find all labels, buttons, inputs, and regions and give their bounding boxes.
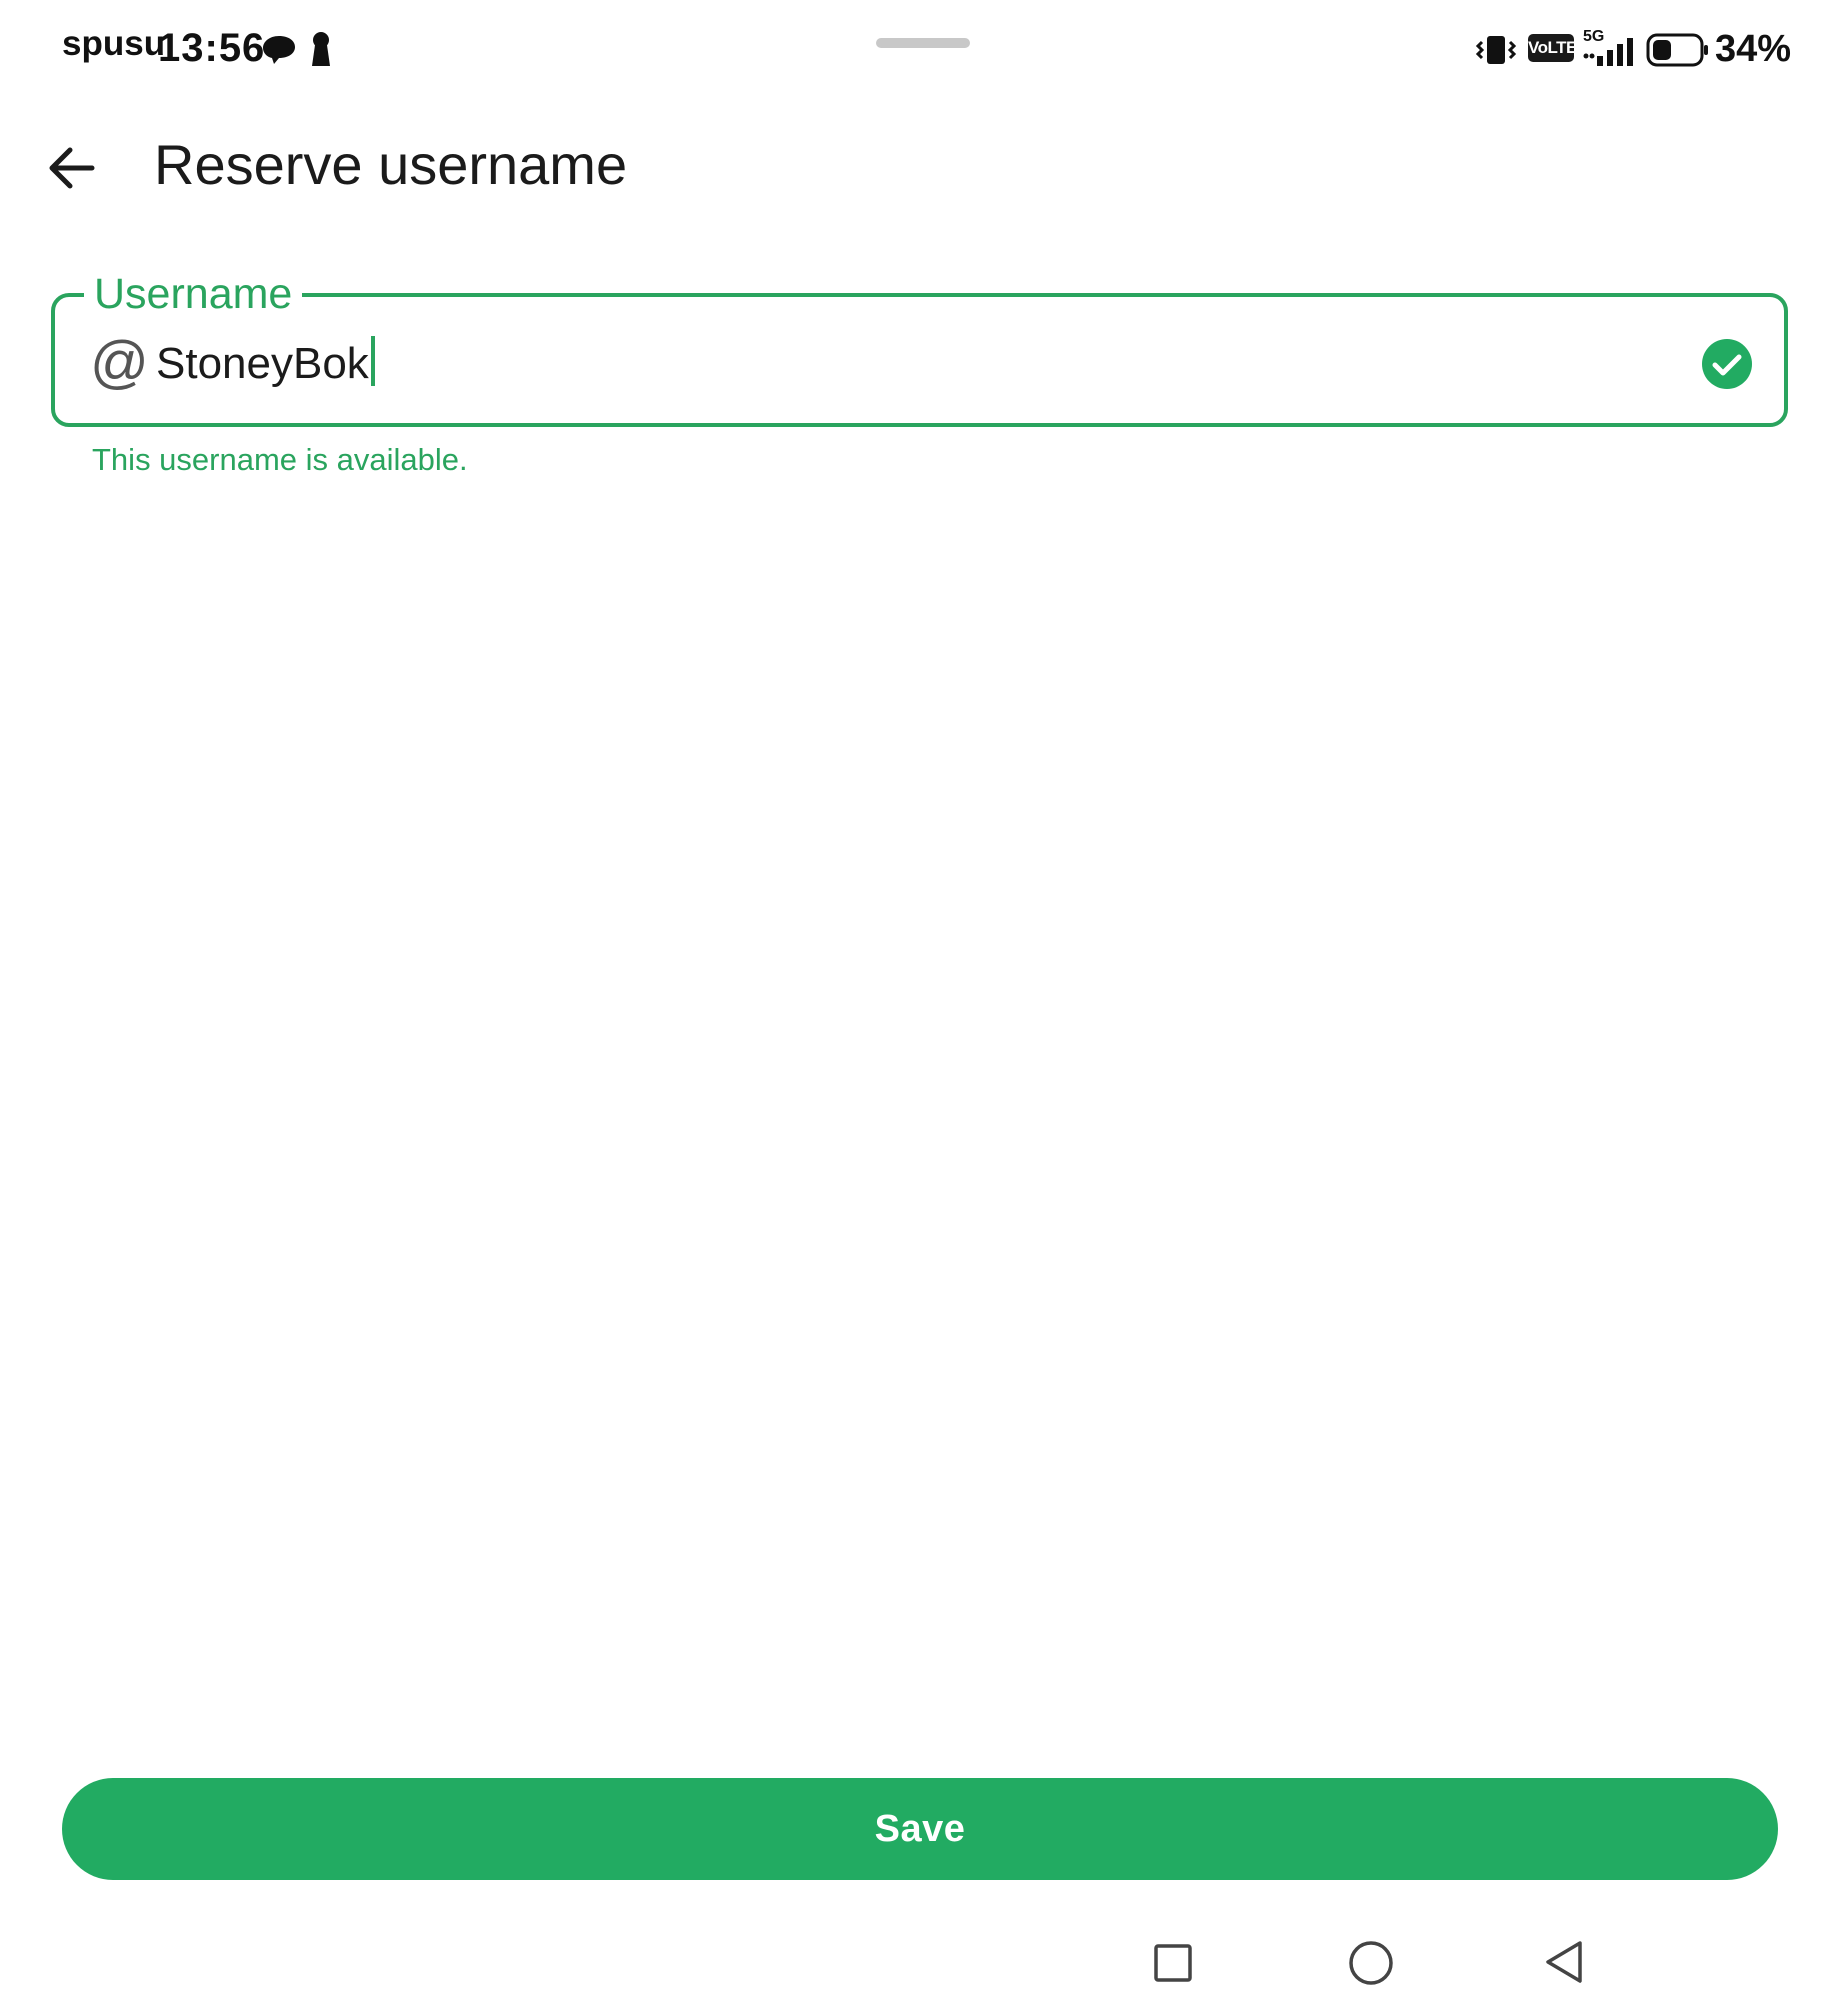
page-title: Reserve username [154,133,628,196]
home-icon[interactable] [1348,1940,1394,1986]
recents-icon[interactable] [1153,1943,1193,1983]
arrow-left-icon [49,147,95,189]
back-icon[interactable] [1544,1939,1584,1985]
status-time: 13:56 [158,26,266,70]
drag-handle[interactable] [876,38,970,48]
check-circle-icon [1702,339,1752,389]
chat-icon [263,36,295,64]
battery-percentage: 34% [1715,28,1792,70]
at-sign-icon: @ [90,330,149,395]
username-field-label: Username [84,270,303,319]
vibrate-icon [1475,36,1517,64]
username-helper-text: This username is available. [92,442,468,477]
username-value: StoneyBok [156,339,369,388]
username-input[interactable]: StoneyBok [156,336,375,391]
battery-icon [1646,33,1708,67]
text-cursor [370,336,375,386]
signal-icon [1583,38,1633,66]
back-button[interactable] [40,136,104,200]
carrier-name: spusu [62,24,166,63]
keyhole-icon [312,32,330,66]
save-button[interactable]: Save [62,1778,1778,1880]
volte-icon: VoLTE [1528,34,1577,62]
